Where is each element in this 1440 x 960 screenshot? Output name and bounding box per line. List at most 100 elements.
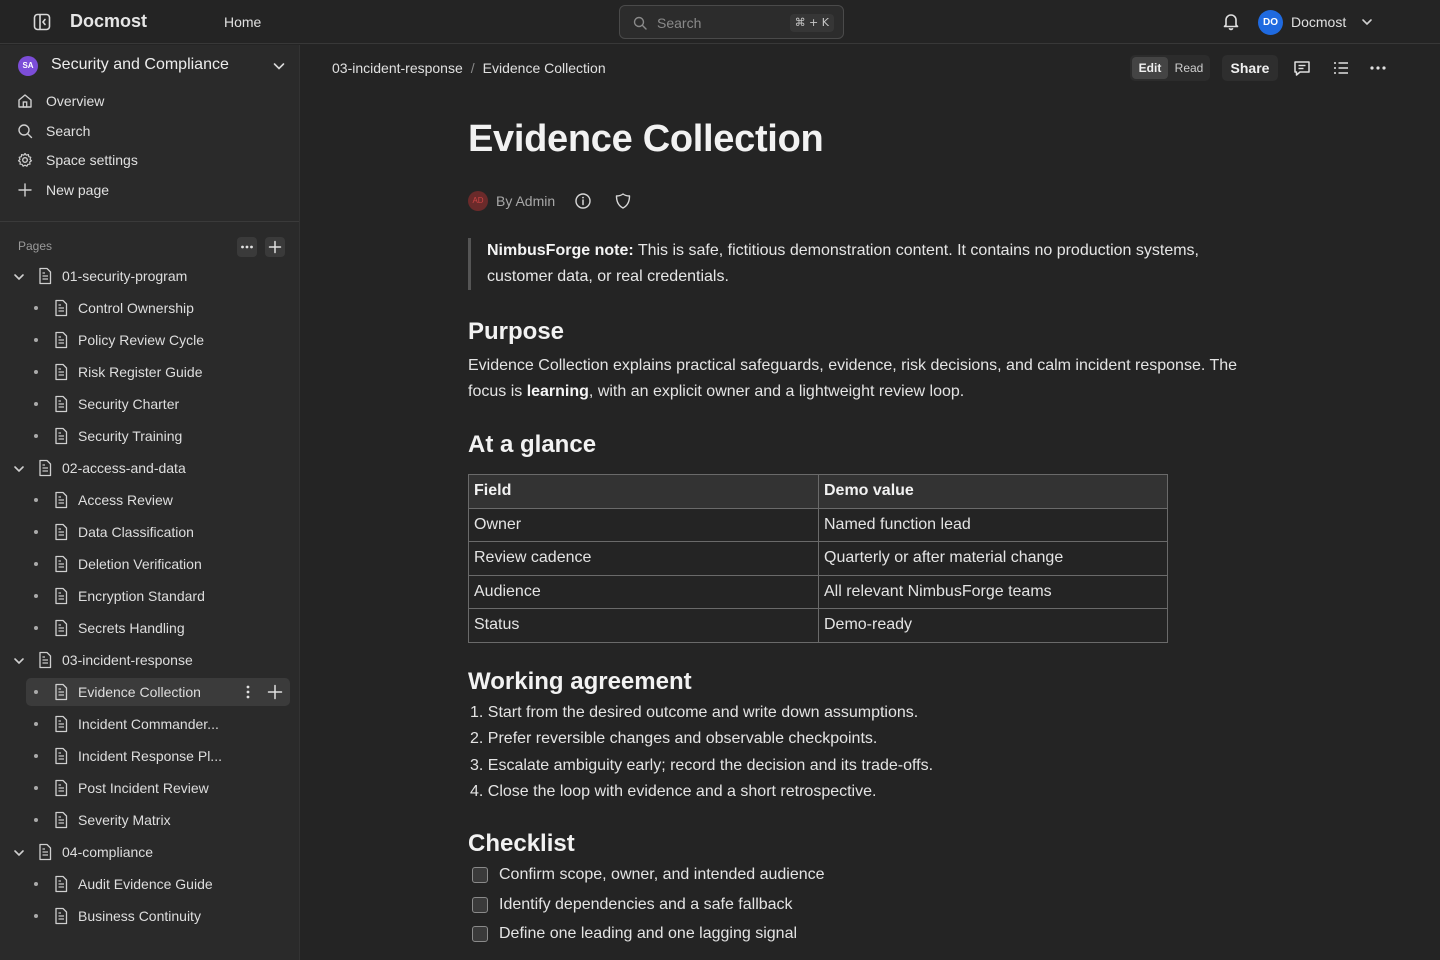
sidebar-item-label: Search — [46, 123, 91, 139]
tree-page-item[interactable]: Encryption Standard — [26, 582, 290, 610]
tree-page-item[interactable]: Policy Review Cycle — [26, 326, 290, 354]
pages-more-button[interactable] — [237, 237, 257, 257]
user-avatar[interactable]: DO — [1258, 10, 1283, 35]
chevron-down-icon[interactable] — [12, 846, 26, 860]
checklist-item-text[interactable]: Define one leading and one lagging signa… — [499, 921, 797, 947]
page-title[interactable]: Evidence Collection — [468, 118, 824, 161]
tree-item-label: Business Continuity — [78, 908, 201, 924]
tree-item-label: Evidence Collection — [78, 684, 201, 700]
author-name: By Admin — [496, 193, 556, 209]
tree-page-item[interactable]: Risk Register Guide — [26, 358, 290, 386]
tree-folder-item[interactable]: 03-incident-response — [10, 646, 274, 674]
tree-page-item[interactable]: Data Classification — [26, 518, 290, 546]
sidebar-toggle-icon[interactable] — [32, 12, 52, 32]
tree-page-item[interactable]: Security Training — [26, 422, 290, 450]
breadcrumb-item-current[interactable]: Evidence Collection — [483, 60, 606, 76]
search-icon — [633, 16, 647, 30]
table-cell[interactable]: Owner — [468, 507, 819, 542]
shield-icon[interactable] — [614, 192, 632, 210]
tree-page-item[interactable]: Control Ownership — [26, 294, 290, 322]
tree-page-item[interactable]: Deletion Verification — [26, 550, 290, 578]
bullet-dot — [34, 722, 38, 726]
table-cell[interactable]: Review cadence — [468, 541, 819, 576]
tree-page-item[interactable]: Secrets Handling — [26, 614, 290, 642]
dots-horizontal-icon — [241, 245, 253, 249]
tree-page-item[interactable]: Evidence Collection — [26, 678, 290, 706]
table-header-cell[interactable]: Field — [468, 474, 819, 509]
tree-item-label: Control Ownership — [78, 300, 194, 316]
table-header-cell[interactable]: Demo value — [818, 474, 1168, 509]
glance-table[interactable]: Field Demo value Owner Named function lea… — [468, 474, 1168, 643]
heading-purpose[interactable]: Purpose — [468, 318, 564, 346]
info-icon[interactable] — [574, 192, 592, 210]
list-item[interactable]: 2. Prefer reversible changes and observa… — [470, 726, 933, 752]
sidebar-item-new-page[interactable]: New page — [16, 178, 286, 202]
purpose-paragraph[interactable]: Evidence Collection explains practical s… — [468, 353, 1268, 405]
tree-page-item[interactable]: Access Review — [26, 486, 290, 514]
sidebar-item-search[interactable]: Search — [16, 119, 286, 143]
chevron-down-icon[interactable] — [12, 462, 26, 476]
checkbox[interactable] — [472, 867, 488, 883]
share-button[interactable]: Share — [1222, 55, 1278, 81]
table-cell[interactable]: Quarterly or after material change — [818, 541, 1168, 576]
checklist-item-text[interactable]: Identify dependencies and a safe fallbac… — [499, 892, 793, 918]
table-of-contents-icon[interactable] — [1331, 58, 1351, 78]
sidebar-divider — [0, 221, 299, 222]
checkbox[interactable] — [472, 926, 488, 942]
table-cell[interactable]: All relevant NimbusForge teams — [818, 574, 1168, 609]
heading-checklist[interactable]: Checklist — [468, 830, 575, 858]
sidebar-item-space-settings[interactable]: Space settings — [16, 148, 286, 172]
edit-mode-button[interactable]: Edit — [1132, 57, 1168, 79]
table-cell[interactable]: Status — [468, 608, 819, 643]
tree-page-item[interactable]: Business Continuity — [26, 902, 290, 930]
table-cell[interactable]: Audience — [468, 574, 819, 609]
tree-item-label: Severity Matrix — [78, 812, 171, 828]
purpose-text-end: , with an explicit owner and a lightweig… — [588, 383, 965, 400]
note-callout[interactable]: NimbusForge note: This is safe, fictitio… — [468, 238, 1248, 290]
list-item[interactable]: 3. Escalate ambiguity early; record the … — [470, 753, 933, 779]
app-logo-text[interactable]: Docmost — [70, 11, 147, 32]
space-switcher[interactable]: SA Security and Compliance — [18, 55, 290, 77]
list-item[interactable]: 1. Start from the desired outcome and wr… — [470, 700, 933, 726]
search-bar[interactable]: Search ⌘ + K — [619, 5, 844, 39]
document-icon — [53, 555, 69, 573]
bullet-dot — [34, 498, 38, 502]
dots-vertical-icon[interactable] — [240, 684, 256, 700]
comments-icon[interactable] — [1292, 58, 1312, 78]
chevron-down-icon[interactable] — [1361, 16, 1373, 28]
tree-page-item[interactable]: Post Incident Review — [26, 774, 290, 802]
read-mode-button[interactable]: Read — [1172, 57, 1206, 79]
tree-folder-item[interactable]: 02-access-and-data — [10, 454, 274, 482]
table-cell[interactable]: Named function lead — [818, 507, 1168, 542]
document-icon — [53, 491, 69, 509]
tree-page-item[interactable]: Audit Evidence Guide — [26, 870, 290, 898]
chevron-down-icon[interactable] — [12, 654, 26, 668]
tree-folder-item[interactable]: 01-security-program — [10, 262, 274, 290]
bell-icon[interactable] — [1221, 11, 1241, 31]
table-cell[interactable]: Demo-ready — [818, 608, 1168, 643]
tree-page-item[interactable]: Security Charter — [26, 390, 290, 418]
home-link[interactable]: Home — [224, 14, 261, 30]
tree-page-item[interactable]: Severity Matrix — [26, 806, 290, 834]
chevron-down-icon[interactable] — [12, 270, 26, 284]
tree-item-label: Incident Commander... — [78, 716, 219, 732]
pages-add-button[interactable] — [265, 237, 285, 257]
breadcrumb-item[interactable]: 03-incident-response — [332, 60, 463, 76]
tree-page-item[interactable]: Incident Response Pl... — [26, 742, 290, 770]
tree-folder-item[interactable]: 04-compliance — [10, 838, 274, 866]
tree-page-item[interactable]: Incident Commander... — [26, 710, 290, 738]
heading-at-a-glance[interactable]: At a glance — [468, 431, 596, 459]
agreement-list: 1. Start from the desired outcome and wr… — [470, 700, 933, 805]
table-row: Review cadence Quarterly or after materia… — [468, 541, 1168, 576]
document-icon — [53, 779, 69, 797]
bullet-dot — [34, 786, 38, 790]
heading-working-agreement[interactable]: Working agreement — [468, 668, 692, 696]
sidebar-item-overview[interactable]: Overview — [16, 89, 286, 113]
checkbox[interactable] — [472, 896, 488, 913]
user-name[interactable]: Docmost — [1291, 14, 1346, 30]
more-options-icon[interactable] — [1368, 58, 1388, 78]
checklist-item-text[interactable]: Confirm scope, owner, and intended audie… — [499, 862, 825, 888]
document-icon — [37, 459, 53, 477]
plus-icon[interactable] — [266, 683, 284, 701]
list-item[interactable]: 4. Close the loop with evidence and a sh… — [470, 779, 933, 805]
